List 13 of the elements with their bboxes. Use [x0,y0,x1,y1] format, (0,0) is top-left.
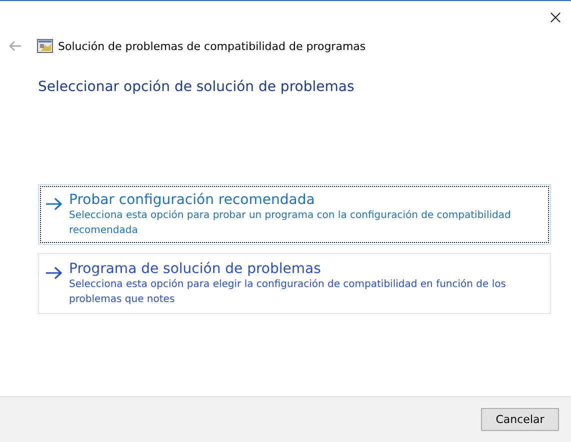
option-title: Probar configuración recomendada [69,192,316,208]
option-description: Selecciona esta opción para probar un programa con la configuración de compatibilidad recomendada [69,209,512,238]
window-title: Solución de problemas de compatibilidad de programas [58,40,366,52]
arrow-icon [45,197,63,211]
option-description: Selecciona esta opción para elegir la configuración de compatibilidad en función de los problemas que notes [69,278,507,307]
page-heading: Seleccionar opción de solución de problemas [38,79,356,95]
program-window-icon [37,38,53,54]
option-title: Programa de solución de problemas [69,261,322,277]
cancel-button[interactable]: Cancelar [481,408,559,431]
arrow-icon [45,266,63,280]
option-link[interactable]: Probar configuración recomendada Selecciona esta opción para probar un programa con la configuración de compatibilidad recomendada [38,184,551,245]
option-link[interactable]: Programa de solución de problemas Selecciona esta opción para elegir la configuración de compatibilidad en función de los problemas que notes [38,253,551,314]
close-icon[interactable] [550,12,561,22]
